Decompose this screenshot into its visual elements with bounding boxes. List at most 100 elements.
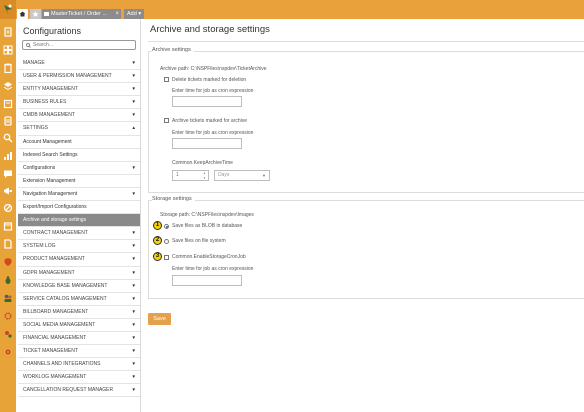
gear-icon[interactable] — [3, 311, 13, 321]
menu-item-service-catalog[interactable]: SERVICE CATALOG MANAGEMENT ▼ — [18, 293, 140, 306]
cron-input-storage[interactable] — [172, 275, 242, 286]
cron-label-archive: Enter time for job as cron expression — [172, 130, 254, 136]
chevron-down-icon: ▼ — [131, 86, 136, 92]
home-icon — [19, 11, 26, 17]
menu-item-contract[interactable]: CONTRACT MANAGEMENT ▼ — [18, 227, 140, 241]
menu-item-extension-management[interactable]: Extension Management — [18, 175, 140, 188]
keep-archive-time-input[interactable]: 1 ▲ ▼ — [172, 170, 209, 181]
calendar-icon[interactable] — [3, 221, 13, 231]
menu-item-configurations[interactable]: Configurations ▼ — [18, 162, 140, 175]
cron-label-delete: Enter time for job as cron expression — [172, 88, 254, 94]
menu-item-financial[interactable]: FINANCIAL MANAGEMENT ▼ — [18, 332, 140, 346]
menu-item-cancellation[interactable]: CANCELLATION REQUEST MANAGER ▼ — [18, 384, 140, 398]
shield-icon[interactable] — [3, 257, 13, 267]
menu-item-account-management[interactable]: Account Management — [18, 136, 140, 149]
save-button[interactable]: Save — [148, 313, 171, 325]
cron-label-storage: Enter time for job as cron expression — [172, 266, 254, 272]
page-icon[interactable] — [3, 239, 13, 249]
menu-item-business-rules[interactable]: BUSINESS RULES ▼ — [18, 96, 140, 110]
search-icon — [26, 43, 31, 48]
chevron-down-icon: ▼ — [131, 164, 136, 170]
enable-storage-cron-label: Common.EnableStorageCronJob — [172, 254, 246, 260]
save-blob-radio[interactable] — [164, 224, 169, 229]
cron-input-delete[interactable] — [172, 96, 242, 107]
menu-item-gdpr[interactable]: GDPR MANAGEMENT ▼ — [18, 267, 140, 280]
menu-item-indexed-search[interactable]: Indexed Search Settings — [18, 149, 140, 162]
folder-icon[interactable] — [3, 116, 13, 126]
keep-archive-unit-select[interactable]: Days ▼ — [214, 170, 270, 181]
menu-item-system-log[interactable]: SYSTEM LOG ▼ — [18, 240, 140, 254]
people-icon[interactable] — [3, 293, 13, 303]
chevron-down-icon: ▼ — [131, 99, 136, 105]
chevron-down-icon: ▼ — [131, 321, 136, 327]
keep-archive-unit-value: Days — [218, 172, 230, 178]
cog-icon[interactable] — [3, 347, 13, 357]
search-icon[interactable] — [3, 133, 13, 143]
chevron-down-icon: ▼ — [131, 282, 136, 288]
chevron-down-icon: ▼ — [131, 308, 136, 314]
bar-chart-icon[interactable] — [3, 151, 13, 161]
menu-item-channels[interactable]: CHANNELS AND INTEGRATIONS ▼ — [18, 358, 140, 372]
menu-item-ticket[interactable]: TICKET MANAGEMENT ▼ — [18, 345, 140, 359]
file-icon[interactable] — [3, 27, 13, 37]
menu-item-billboard[interactable]: BILLBOARD MANAGEMENT ▼ — [18, 306, 140, 319]
top-bar: MasterTicket / Order ... × Add ▾ — [0, 0, 584, 19]
icon-rail — [0, 19, 16, 412]
menu-item-archive-storage[interactable]: Archive and storage settings — [18, 214, 140, 228]
config-menu: MANAGE ▼ USER & PERMISSION MANAGEMENT ▼ EN… — [18, 57, 140, 398]
app-logo[interactable] — [0, 0, 16, 19]
archive-settings-legend: Archive settings — [152, 47, 194, 53]
menu-item-worklog[interactable]: WORKLOG MANAGEMENT ▼ — [18, 371, 140, 385]
document-icon[interactable] — [3, 99, 13, 109]
chevron-down-icon: ▼ — [131, 230, 136, 236]
favorites-tab[interactable] — [30, 9, 41, 19]
chevron-up-icon: ▲ — [131, 125, 136, 131]
ban-icon[interactable] — [3, 203, 13, 213]
menu-item-cmdb[interactable]: CMDB MANAGEMENT ▼ — [18, 109, 140, 123]
clipboard-icon[interactable] — [3, 63, 13, 73]
archive-tickets-label: Archive tickets marked for archive — [172, 118, 248, 124]
gears-icon[interactable] — [3, 329, 13, 339]
enable-storage-cron-checkbox[interactable] — [164, 255, 169, 260]
grid-icon[interactable] — [3, 45, 13, 55]
cron-input-archive[interactable] — [172, 138, 242, 149]
chevron-down-icon: ▼ — [131, 374, 136, 380]
tab-master-ticket[interactable]: MasterTicket / Order ... × — [42, 9, 121, 19]
menu-item-navigation-management[interactable]: Navigation Management ▼ — [18, 188, 140, 202]
page-title: Archive and storage settings — [150, 24, 270, 35]
delete-tickets-checkbox[interactable] — [164, 77, 169, 82]
chevron-down-icon: ▼ — [131, 112, 136, 118]
callout-badge-2: 2 — [153, 236, 162, 245]
layers-icon[interactable] — [3, 81, 13, 91]
star-icon — [32, 11, 39, 17]
save-filesystem-label: Save files on file system — [172, 238, 226, 244]
chevron-down-icon: ▼ — [131, 348, 136, 354]
menu-item-settings[interactable]: SETTINGS ▲ — [18, 122, 140, 136]
close-icon[interactable]: × — [115, 9, 119, 19]
menu-item-export-import[interactable]: Export/Import Configurations — [18, 201, 140, 215]
megaphone-icon[interactable] — [3, 186, 13, 196]
delete-tickets-label: Delete tickets marked for deletion — [172, 77, 247, 83]
save-blob-label: Save files as BLOB in database — [172, 223, 243, 229]
config-panel: Configurations Search... MANAGE ▼ USER & … — [16, 19, 141, 412]
chat-icon[interactable] — [3, 169, 13, 179]
menu-item-knowledge-base[interactable]: KNOWLEDGE BASE MANAGEMENT ▼ — [18, 280, 140, 293]
config-search-input[interactable]: Search... — [22, 40, 136, 50]
logo-icon — [4, 4, 12, 14]
spinner-arrows-icon[interactable]: ▲ ▼ — [203, 171, 206, 180]
archive-tickets-checkbox[interactable] — [164, 118, 169, 123]
menu-item-product[interactable]: PRODUCT MANAGEMENT ▼ — [18, 253, 140, 267]
menu-item-user-permission[interactable]: USER & PERMISSION MANAGEMENT ▼ — [18, 70, 140, 84]
bug-icon[interactable] — [3, 275, 13, 285]
chevron-down-icon: ▼ — [131, 256, 136, 262]
home-tab[interactable] — [17, 9, 28, 19]
keep-archive-time-label: Common.KeepArchiveTime — [172, 160, 233, 166]
storage-path-label: Storage path: C:\NSPFiles\nspdev\Images — [160, 212, 254, 218]
add-tab-button[interactable]: Add ▾ — [124, 9, 144, 19]
callout-badge-3: 3 — [153, 252, 162, 261]
save-filesystem-radio[interactable] — [164, 239, 169, 244]
menu-item-manage[interactable]: MANAGE ▼ — [18, 57, 140, 71]
menu-item-entity[interactable]: ENTITY MANAGEMENT ▼ — [18, 83, 140, 97]
ticket-icon — [44, 11, 49, 16]
menu-item-social-media[interactable]: SOCIAL MEDIA MANAGEMENT ▼ — [18, 319, 140, 332]
